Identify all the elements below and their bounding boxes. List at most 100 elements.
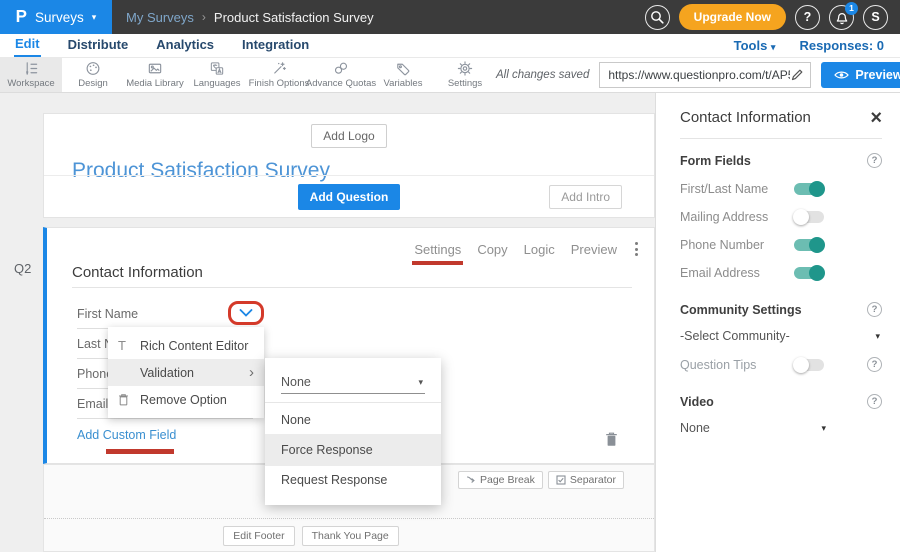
help-icon[interactable]: ? xyxy=(867,302,882,317)
tools-menu[interactable]: Tools ▾ xyxy=(734,38,776,53)
preview-label: Preview xyxy=(855,68,900,82)
thank-you-page-button[interactable]: Thank You Page xyxy=(302,526,399,546)
menu-item-validation[interactable]: Validation › xyxy=(108,359,264,386)
avatar-initial: S xyxy=(871,10,879,24)
toolbar-item-settings[interactable]: Settings xyxy=(434,58,496,92)
footer-buttons: Edit Footer Thank You Page xyxy=(6,526,616,546)
field-row-first-name[interactable]: First Name xyxy=(77,299,253,329)
chain-links-icon xyxy=(332,60,350,77)
breadcrumb-my-surveys[interactable]: My Surveys xyxy=(126,10,194,25)
tag-icon xyxy=(394,60,412,77)
breadcrumb-current-survey: Product Satisfaction Survey xyxy=(214,10,374,25)
toggle-mailing-address[interactable] xyxy=(794,211,824,223)
survey-header-card: Add Logo Product Satisfaction Survey Add… xyxy=(43,113,655,218)
toggle-first-last-name[interactable] xyxy=(794,183,824,195)
toolbar-item-workspace[interactable]: Workspace xyxy=(0,58,62,92)
toggle-row-first-last-name: First/Last Name xyxy=(680,182,882,196)
delete-question-button[interactable] xyxy=(605,431,618,452)
question-title[interactable]: Contact Information xyxy=(72,264,203,281)
menu-item-remove-option[interactable]: Remove Option xyxy=(108,386,264,413)
search-button[interactable] xyxy=(645,5,670,30)
save-status: All changes saved xyxy=(496,69,589,81)
toggle-question-tips[interactable] xyxy=(794,359,824,371)
share-url-field xyxy=(599,62,811,88)
page-break-button[interactable]: Page Break xyxy=(458,471,543,489)
product-menu[interactable]: P Surveys ▾ xyxy=(0,0,112,34)
toolbar-right: All changes saved Preview xyxy=(496,58,900,92)
chevron-down-icon: ▾ xyxy=(92,12,97,23)
validation-submenu: None ▾ None Force Response Request Respo… xyxy=(265,358,441,505)
question-actions: Settings Copy Logic Preview xyxy=(414,240,640,258)
separator-button[interactable]: Separator xyxy=(548,471,624,489)
toolbar-item-finish-options[interactable]: Finish Options xyxy=(248,58,310,92)
upgrade-now-button[interactable]: Upgrade Now xyxy=(679,4,786,30)
close-icon[interactable]: × xyxy=(870,111,882,125)
text-cursor-icon: T xyxy=(118,338,140,353)
toolbar-label: Media Library xyxy=(126,78,184,89)
workspace-icon xyxy=(22,60,40,77)
add-intro-button[interactable]: Add Intro xyxy=(549,185,622,209)
help-icon[interactable]: ? xyxy=(867,357,882,372)
tab-analytics[interactable]: Analytics xyxy=(155,35,215,56)
submenu-arrow-icon: › xyxy=(249,365,254,380)
toolbar-item-advance-quotas[interactable]: Advance Quotas xyxy=(310,58,372,92)
add-logo-button[interactable]: Add Logo xyxy=(311,124,386,148)
survey-actions-row: Add Question Add Intro xyxy=(44,175,654,217)
editor-body: Q2 Add Logo Product Satisfaction Survey … xyxy=(0,93,900,552)
video-select-value: None xyxy=(680,421,710,435)
break-row: Page Break Separator xyxy=(458,471,624,489)
question-logic-link[interactable]: Logic xyxy=(524,242,555,257)
video-select[interactable]: None ▾ xyxy=(680,421,828,435)
help-button[interactable]: ? xyxy=(795,5,820,30)
breadcrumb-separator: › xyxy=(202,10,206,24)
toggle-email-address[interactable] xyxy=(794,267,824,279)
edit-pencil-icon[interactable] xyxy=(790,68,804,82)
product-menu-label: Surveys xyxy=(35,10,84,25)
add-custom-field-link[interactable]: Add Custom Field xyxy=(77,428,176,442)
add-question-button[interactable]: Add Question xyxy=(298,184,401,210)
avatar[interactable]: S xyxy=(863,5,888,30)
sidebar-title: Contact Information xyxy=(680,109,811,126)
question-settings-link[interactable]: Settings xyxy=(414,242,461,257)
tab-distribute[interactable]: Distribute xyxy=(67,35,130,56)
community-select[interactable]: -Select Community- ▾ xyxy=(680,329,882,343)
validation-option-force-response[interactable]: Force Response xyxy=(265,434,441,466)
toolbar-item-design[interactable]: Design xyxy=(62,58,124,92)
video-heading: Video xyxy=(680,395,714,409)
validation-option-none[interactable]: None xyxy=(265,403,441,434)
validation-select[interactable]: None ▾ xyxy=(281,371,425,394)
validation-option-request-response[interactable]: Request Response xyxy=(265,466,441,494)
help-icon[interactable]: ? xyxy=(867,394,882,409)
gear-icon xyxy=(456,60,474,77)
field-context-menu: T Rich Content Editor Validation › Remov… xyxy=(108,327,264,418)
toolbar-item-languages[interactable]: Languages xyxy=(186,58,248,92)
help-icon[interactable]: ? xyxy=(867,153,882,168)
menu-item-label: Rich Content Editor xyxy=(140,339,248,353)
preview-button[interactable]: Preview xyxy=(821,62,900,88)
annotation-oval xyxy=(228,301,264,325)
toggle-label: Mailing Address xyxy=(680,210,794,224)
menu-item-label: Validation xyxy=(140,366,194,380)
tab-integration[interactable]: Integration xyxy=(241,35,310,56)
divider xyxy=(72,287,632,288)
edit-footer-button[interactable]: Edit Footer xyxy=(223,526,294,546)
annotation-underline xyxy=(106,449,174,454)
toggle-phone-number[interactable] xyxy=(794,239,824,251)
responses-count[interactable]: Responses: 0 xyxy=(799,38,884,53)
question-preview-link[interactable]: Preview xyxy=(571,242,617,257)
toolbar-item-variables[interactable]: Variables xyxy=(372,58,434,92)
toggle-label: Phone Number xyxy=(680,238,794,252)
share-url-input[interactable] xyxy=(608,68,790,82)
toolbar-label: Languages xyxy=(193,78,240,89)
notifications-button[interactable]: 1 xyxy=(829,5,854,30)
question-settings-sidebar: Contact Information × Form Fields ? Firs… xyxy=(655,93,900,552)
toggle-row-email-address: Email Address xyxy=(680,266,882,280)
menu-item-rich-content-editor[interactable]: T Rich Content Editor xyxy=(108,332,264,359)
tab-edit[interactable]: Edit xyxy=(14,34,41,57)
breadcrumb: My Surveys › Product Satisfaction Survey xyxy=(126,10,374,25)
more-options-icon[interactable] xyxy=(633,240,640,258)
question-copy-link[interactable]: Copy xyxy=(477,242,507,257)
chevron-down-icon[interactable] xyxy=(239,309,253,317)
toolbar-item-media-library[interactable]: Media Library xyxy=(124,58,186,92)
divider xyxy=(680,138,882,139)
